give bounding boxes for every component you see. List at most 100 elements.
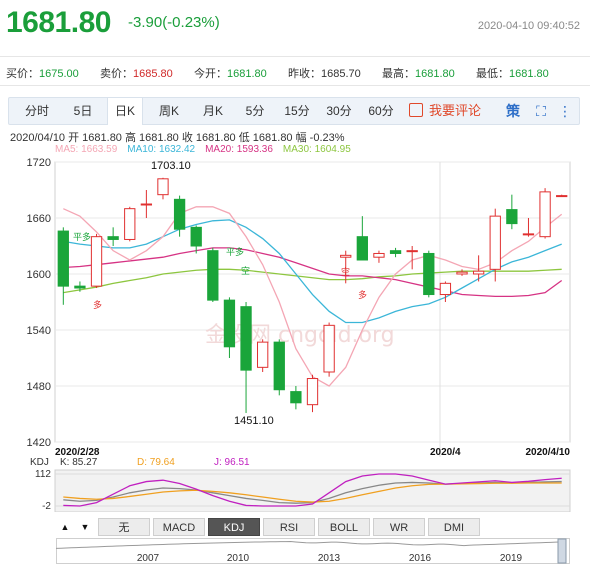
last-price: 1681.80 — [6, 6, 111, 39]
candle-body — [273, 341, 285, 391]
info-item: 买价：1675.00 — [6, 65, 79, 81]
kdj-tick-label: 112 — [35, 469, 51, 480]
y-tick-label: 1540 — [27, 325, 51, 337]
info-label: 卖价： — [100, 68, 133, 80]
overview-navigator[interactable]: 2007 2010 2013 2016 2019 — [56, 538, 570, 564]
candle-body — [340, 254, 352, 258]
info-item: 卖价：1685.80 — [100, 65, 173, 81]
overview-frame — [56, 538, 570, 564]
candle-body — [356, 236, 368, 261]
tab-6[interactable]: 15分 — [279, 98, 315, 124]
period-tab-bar: 60分 30分 15分 5分 月K 周K 日K 5日 分时 我要评论 策 ⛶ ⋮ — [8, 97, 580, 125]
y-tick-label: 1720 — [27, 157, 51, 169]
scroll-down-icon[interactable]: ▼ — [76, 518, 94, 536]
candlestick-chart[interactable]: 172016601600154014801420金投网 cngold.org17… — [0, 152, 590, 512]
candle-body — [389, 250, 402, 254]
indicator-tab[interactable]: DMI — [428, 518, 480, 536]
candle-body — [190, 226, 202, 247]
overview-handle — [557, 538, 567, 564]
info-item: 昨收：1685.70 — [288, 65, 361, 81]
candle-body — [173, 198, 186, 230]
signal-marker: 多 — [358, 289, 367, 301]
candle-body — [456, 271, 468, 275]
info-value: 1685.80 — [133, 68, 173, 80]
info-value: 1681.80 — [509, 68, 549, 80]
tab-5[interactable]: 5分 — [237, 98, 273, 124]
candle-body — [157, 178, 169, 196]
overview-year-label: 2016 — [409, 553, 432, 564]
candle-body — [223, 299, 236, 348]
indicator-tab[interactable]: 无 — [98, 518, 150, 536]
signal-marker: 平多 — [73, 231, 91, 243]
candle-body — [240, 306, 252, 371]
x-tick-label: 2020/4 — [430, 447, 461, 458]
kdj-d-label: D: 79.64 — [137, 457, 175, 468]
candle-body — [90, 236, 103, 287]
candle-body — [472, 270, 485, 275]
candle-body — [522, 233, 535, 236]
price-change: -3.90(-0.23%) — [128, 14, 220, 31]
ohlc-summary: 2020/04/10 开 1681.80 高 1681.80 收 1681.80… — [10, 132, 345, 144]
review-button[interactable]: 我要评论 — [409, 98, 481, 124]
candle-body — [439, 282, 452, 296]
info-item: 最高：1681.80 — [382, 65, 455, 81]
candle-body — [140, 203, 153, 206]
kdj-k-label: K: 85.27 — [60, 457, 98, 468]
indicator-tab[interactable]: MACD — [153, 518, 205, 536]
tab-1[interactable]: 5日 — [65, 98, 101, 124]
scroll-up-icon[interactable]: ▲ — [56, 518, 74, 536]
tab-7[interactable]: 30分 — [321, 98, 357, 124]
indicator-tab[interactable]: BOLL — [318, 518, 370, 536]
tab-3[interactable]: 周K — [151, 98, 187, 124]
kdj-tick-label: -2 — [42, 501, 51, 512]
review-label: 我要评论 — [429, 103, 482, 118]
candle-body — [257, 341, 269, 368]
candle-body — [489, 215, 501, 270]
info-item: 最低：1681.80 — [476, 65, 549, 81]
tab-4[interactable]: 月K — [195, 98, 231, 124]
candle-body — [556, 195, 568, 198]
candle-body — [539, 191, 551, 238]
signal-marker: 平多 — [226, 246, 244, 258]
high-annotation: 1703.10 — [151, 160, 191, 172]
candle-body — [57, 230, 69, 287]
info-value: 1681.80 — [415, 68, 455, 80]
info-label: 最低： — [476, 68, 509, 80]
tab-8[interactable]: 60分 — [363, 98, 399, 124]
fullscreen-icon[interactable]: ⛶ — [531, 98, 551, 124]
candle-body — [74, 285, 86, 289]
y-tick-label: 1480 — [27, 381, 51, 393]
candle-body — [423, 252, 435, 296]
indicator-tab[interactable]: RSI — [263, 518, 315, 536]
tab-2[interactable]: 日K — [107, 98, 143, 125]
y-tick-label: 1600 — [27, 269, 51, 281]
x-tick-label: 2020/4/10 — [526, 447, 571, 458]
y-tick-label: 1420 — [27, 437, 51, 449]
indicator-tab[interactable]: KDJ — [208, 518, 260, 536]
signal-marker: 多 — [93, 299, 102, 311]
candle-body — [124, 208, 136, 240]
strategy-icon[interactable]: 策 — [503, 98, 523, 124]
info-label: 今开： — [194, 68, 227, 80]
overview-year-label: 2019 — [500, 553, 523, 564]
info-value: 1681.80 — [227, 68, 267, 80]
overview-year-label: 2007 — [137, 553, 160, 564]
candle-body — [323, 324, 335, 373]
overview-year-label: 2013 — [318, 553, 341, 564]
quote-timestamp: 2020-04-10 09:40:52 — [477, 20, 580, 32]
candle-body — [406, 250, 418, 253]
info-label: 买价： — [6, 68, 39, 80]
candle-body — [306, 378, 319, 406]
overview-year-label: 2010 — [227, 553, 250, 564]
candle-body — [373, 252, 385, 258]
indicator-tab[interactable]: WR — [373, 518, 425, 536]
edit-icon — [409, 103, 423, 117]
kdj-j-label: J: 96.51 — [214, 457, 250, 468]
more-icon[interactable]: ⋮ — [557, 98, 573, 124]
candle-body — [290, 391, 302, 404]
info-label: 昨收： — [288, 68, 321, 80]
info-item: 今开：1681.80 — [194, 65, 267, 81]
ma30-line — [63, 268, 562, 294]
info-value: 1685.70 — [321, 68, 361, 80]
tab-0[interactable]: 分时 — [19, 98, 55, 124]
